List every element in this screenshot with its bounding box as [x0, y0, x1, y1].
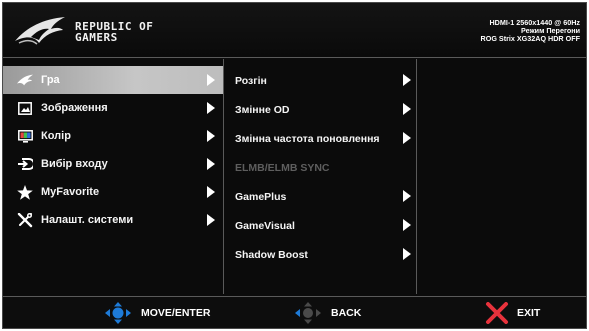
- submenu-item-overclocking[interactable]: Розгін: [225, 66, 415, 95]
- submenu-item-adaptive-sync[interactable]: Змінна частота поновлення: [225, 124, 415, 153]
- submenu-item-elmb: ELMB/ELMB SYNC: [225, 153, 415, 182]
- chevron-right-icon: [403, 132, 411, 144]
- chevron-right-icon: [403, 103, 411, 115]
- header-bar: REPUBLIC OF GAMERS HDMI-1 2560x1440 @ 60…: [3, 3, 586, 58]
- logo-text-line2: GAMERS: [75, 31, 118, 44]
- submenu-item-shadow-boost[interactable]: Shadow Boost: [225, 240, 415, 269]
- rog-eye-logo-icon: [15, 17, 65, 45]
- chevron-right-icon: [403, 74, 411, 86]
- picture-icon: [17, 100, 33, 116]
- submenu-item-label: Змінне OD: [235, 103, 290, 116]
- menu-item-game[interactable]: Гра: [3, 66, 223, 94]
- column-divider: [416, 59, 417, 294]
- chevron-right-icon: [403, 219, 411, 231]
- footer-bar: MOVE/ENTER BACK EXIT: [3, 296, 586, 328]
- status-model: ROG Strix XG32AQ HDR OFF: [480, 34, 580, 43]
- submenu-item-label: Змінна частота поновлення: [235, 132, 380, 145]
- input-icon: [17, 156, 33, 172]
- column-divider: [223, 59, 224, 294]
- menu-item-label: Колір: [41, 130, 71, 142]
- exit-label: EXIT: [517, 307, 541, 319]
- back-button[interactable]: BACK: [293, 302, 361, 324]
- menu-item-label: Гра: [41, 74, 60, 86]
- close-icon: [486, 302, 508, 324]
- menu-item-color[interactable]: Колір: [3, 122, 223, 150]
- rog-eye-icon: [17, 72, 33, 88]
- menu-item-label: Зображення: [41, 102, 108, 114]
- chevron-right-icon: [207, 102, 215, 114]
- menu-item-label: Налашт. системи: [41, 214, 134, 226]
- osd-window: REPUBLIC OF GAMERS HDMI-1 2560x1440 @ 60…: [2, 2, 587, 329]
- chevron-right-icon: [403, 190, 411, 202]
- submenu-item-gameplus[interactable]: GamePlus: [225, 182, 415, 211]
- submenu-item-label: GamePlus: [235, 190, 287, 203]
- menu-item-myfavorite[interactable]: MyFavorite: [3, 178, 223, 206]
- menu-item-system-setup[interactable]: Налашт. системи: [3, 206, 223, 234]
- submenu-game: Розгін Змінне OD Змінна частота поновлен…: [225, 66, 415, 269]
- exit-button[interactable]: EXIT: [485, 302, 540, 324]
- move-enter-label: MOVE/ENTER: [141, 307, 211, 319]
- menu-item-image[interactable]: Зображення: [3, 94, 223, 122]
- submenu-item-label: ELMB/ELMB SYNC: [235, 161, 330, 174]
- joystick-back-icon: [295, 302, 321, 324]
- submenu-item-label: Shadow Boost: [235, 248, 308, 261]
- menu-item-label: MyFavorite: [41, 186, 100, 198]
- logo-text: REPUBLIC OF GAMERS: [75, 21, 153, 43]
- rog-logo: REPUBLIC OF GAMERS: [13, 13, 163, 51]
- chevron-right-icon: [403, 248, 411, 260]
- chevron-right-icon: [207, 214, 215, 226]
- submenu-item-gamevisual[interactable]: GameVisual: [225, 211, 415, 240]
- color-icon: [17, 128, 33, 144]
- signal-status: HDMI-1 2560x1440 @ 60Hz Режим Перегони R…: [481, 19, 580, 43]
- submenu-item-label: Розгін: [235, 74, 267, 87]
- menu-item-input-select[interactable]: Вибір входу: [3, 150, 223, 178]
- tools-icon: [17, 212, 33, 228]
- chevron-right-icon: [207, 158, 215, 170]
- star-icon: [17, 184, 33, 200]
- joystick-move-icon: [105, 302, 131, 324]
- back-label: BACK: [331, 307, 362, 319]
- chevron-right-icon: [207, 74, 215, 86]
- submenu-item-label: GameVisual: [235, 219, 295, 232]
- chevron-right-icon: [207, 130, 215, 142]
- move-enter-button[interactable]: MOVE/ENTER: [103, 302, 210, 324]
- main-menu: Гра Зображення Колір Вибір входу MyFavor…: [3, 66, 223, 234]
- menu-item-label: Вибір входу: [41, 158, 108, 170]
- submenu-item-variable-od[interactable]: Змінне OD: [225, 95, 415, 124]
- chevron-right-icon: [207, 186, 215, 198]
